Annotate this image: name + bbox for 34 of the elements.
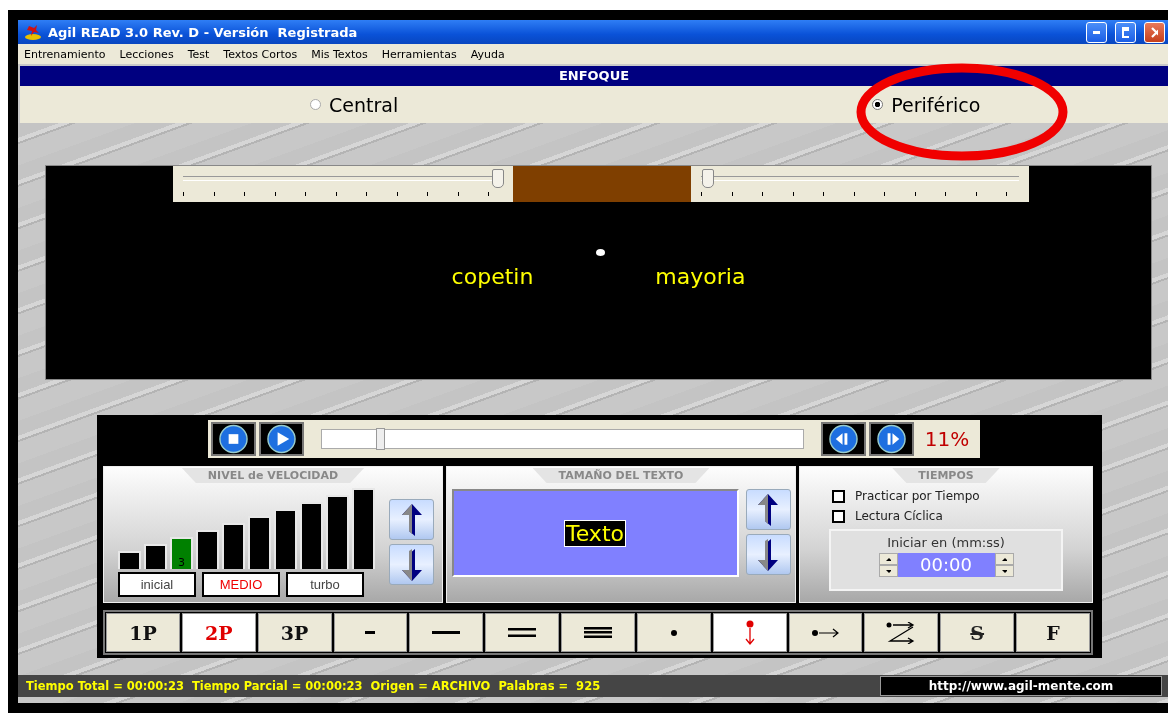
- radio-option[interactable]: Periférico: [872, 93, 981, 116]
- reading-word: copetin: [451, 264, 534, 289]
- radio-label: Central: [329, 93, 399, 116]
- menu-item[interactable]: Ayuda: [470, 47, 505, 61]
- reading-word: mayoria: [655, 264, 746, 289]
- window-title: Agil READ 3.0 Rev. D - Versión Registrada: [48, 24, 359, 40]
- panel-title: NIVEL de VELOCIDAD: [181, 468, 365, 483]
- speed-mode-button[interactable]: MEDIO: [202, 572, 280, 597]
- mode-button[interactable]: 1P: [106, 613, 180, 652]
- menu-item[interactable]: Textos Cortos: [223, 47, 298, 61]
- website-link[interactable]: http://www.agil-mente.com: [880, 676, 1162, 696]
- speed-mode-button[interactable]: inicial: [118, 572, 196, 597]
- progress-percent: 11%: [923, 427, 971, 451]
- menu-item[interactable]: Entrenamiento: [24, 47, 106, 61]
- menu-item[interactable]: Lecciones: [119, 47, 174, 61]
- status-text: Tiempo Total = 00:00:23 Tiempo Parcial = 00:00:23 Origen = ARCHIVO Palabras = 925: [26, 679, 602, 693]
- radio-option[interactable]: Central: [310, 93, 399, 116]
- radio-label: Periférico: [891, 93, 981, 116]
- menu-item[interactable]: Test: [187, 47, 210, 61]
- mode-button[interactable]: 3P: [257, 613, 332, 652]
- panel-title: TAMAÑO DEL TEXTO: [532, 468, 710, 483]
- panel-title: TIEMPOS: [892, 468, 1000, 483]
- speed-mode-button[interactable]: turbo: [286, 572, 364, 597]
- mode-button[interactable]: 2P: [181, 613, 256, 652]
- section-header: ENFOQUE: [20, 66, 1168, 86]
- mode-button[interactable]: S: [940, 613, 1015, 652]
- checkbox-label: Practicar por Tiempo: [855, 489, 980, 503]
- sample-text: Texto: [564, 519, 626, 547]
- mode-button[interactable]: F: [1016, 613, 1090, 652]
- menu-item[interactable]: Herramientas: [381, 47, 457, 61]
- start-time-label: Iniciar en (mm:ss): [887, 535, 1005, 550]
- speed-level-bar[interactable]: 3: [170, 537, 193, 569]
- menu-item[interactable]: Mis Textos: [311, 47, 368, 61]
- checkbox-label: Lectura Cíclica: [855, 509, 943, 523]
